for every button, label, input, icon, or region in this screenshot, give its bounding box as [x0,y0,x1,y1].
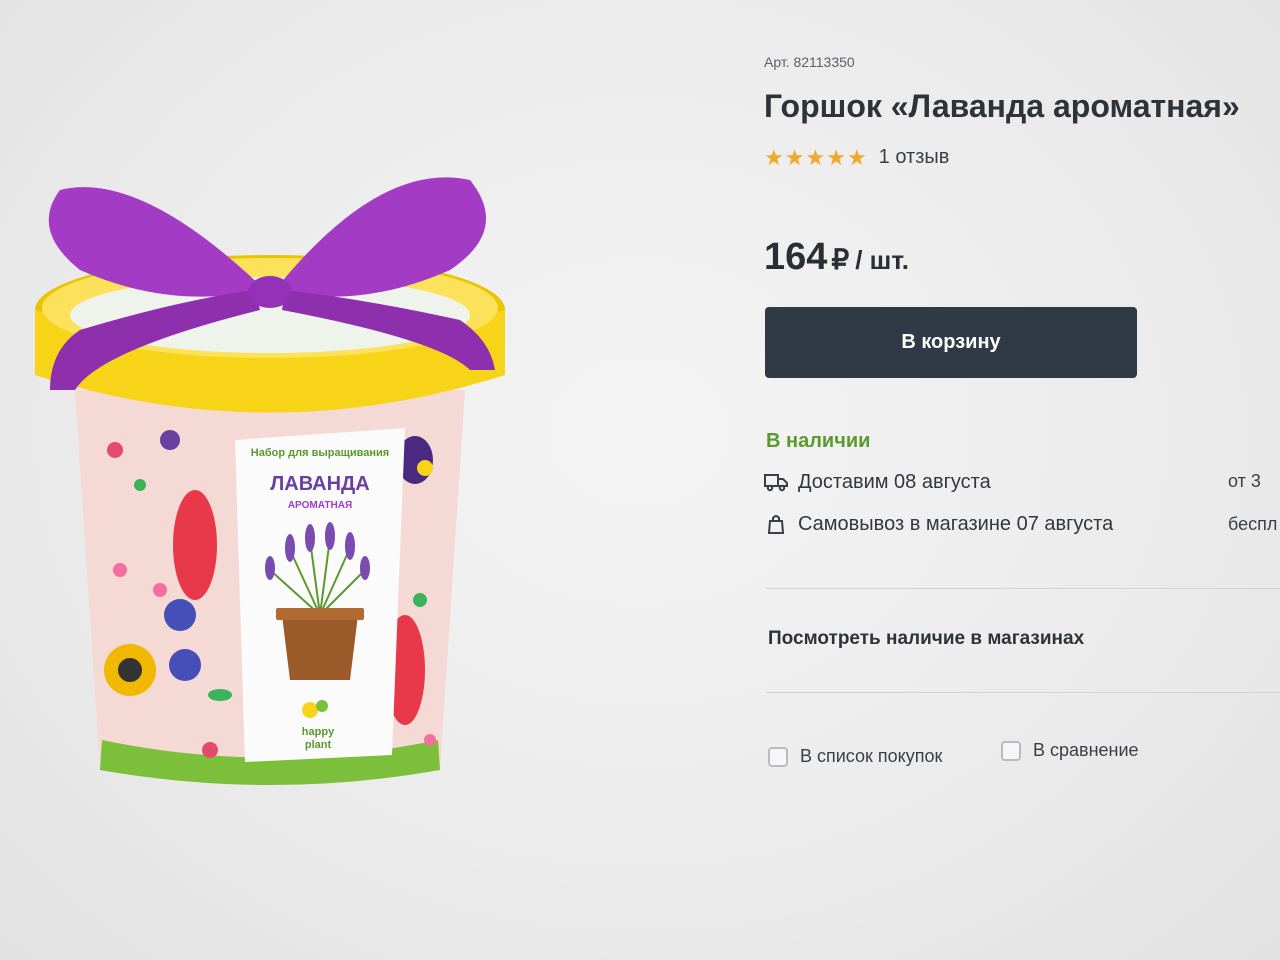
product-image[interactable]: Набор для выращивания ЛАВАНДА АРОМАТНАЯ [20,150,520,810]
star-icon: ★ [764,144,784,170]
package-top-text: Набор для выращивания [251,447,389,459]
star-icon: ★ [846,144,867,170]
price-currency: ₽ [831,244,850,275]
product-price: 164 ₽ / шт. [764,236,909,279]
pickup-cost: беспл [1228,514,1278,534]
package-name: ЛАВАНДА [270,473,370,495]
compare-toggle[interactable]: В сравнение [1001,740,1139,761]
shopping-list-label: В список покупок [800,746,943,766]
shopping-list-checkbox[interactable] [768,746,788,767]
shopping-list-toggle[interactable]: В список покупок [768,746,942,767]
pickup-label: Самовывоз в магазине 07 августа [798,512,1114,535]
delivery-label: Доставим 08 августа [798,470,991,493]
delivery-info: Доставим 08 августа [764,470,991,494]
package-subname: АРОМАТНАЯ [288,500,352,511]
delivery-cost: от 3 [1228,471,1261,491]
product-sku: Арт. 82113350 [764,54,855,70]
rating-stars: ★ ★ ★ ★ ★ [764,144,867,170]
star-icon: ★ [805,144,826,170]
compare-checkbox[interactable] [1001,740,1021,761]
product-page: Набор для выращивания ЛАВАНДА АРОМАТНАЯ [0,0,1280,960]
pickup-info: Самовывоз в магазине 07 августа [764,512,1113,536]
compare-label: В сравнение [1033,740,1139,760]
product-rating[interactable]: ★ ★ ★ ★ ★ 1 отзыв [764,146,949,169]
brand-line1: happy [302,726,335,738]
star-icon: ★ [784,144,805,170]
divider [766,692,1280,693]
truck-icon [764,470,788,494]
brand-line2: plant [305,739,332,751]
reviews-link[interactable]: 1 отзыв [879,146,950,169]
bag-icon [764,512,788,536]
add-to-cart-button[interactable]: В корзину [765,307,1137,378]
divider [766,588,1280,589]
price-value: 164 [764,236,828,278]
availability-status: В наличии [766,430,871,452]
star-icon: ★ [826,144,846,170]
price-unit: / шт. [855,245,910,275]
product-title: Горшок «Лаванда ароматная» [764,88,1240,124]
store-availability-link[interactable]: Посмотреть наличие в магазинах [768,628,1084,650]
